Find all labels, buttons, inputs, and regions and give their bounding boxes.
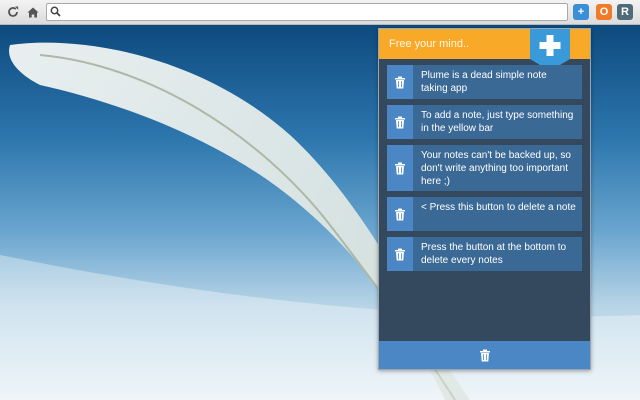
note-item: To add a note, just type something in th… — [387, 105, 582, 139]
delete-note-button[interactable] — [387, 237, 413, 271]
browser-toolbar: + O R — [0, 0, 640, 25]
note-input[interactable] — [389, 36, 529, 52]
trash-icon — [479, 349, 490, 361]
r-extension-icon: R — [621, 6, 629, 18]
note-text: < Press this button to delete a note — [421, 202, 576, 213]
note-text: Press the button at the bottom to delete… — [421, 242, 567, 266]
note-item: Plume is a dead simple note taking app — [387, 65, 582, 99]
home-button[interactable] — [24, 3, 42, 21]
delete-all-notes-button[interactable] — [379, 341, 590, 369]
delete-note-button[interactable] — [387, 197, 413, 231]
plume-extension-button[interactable]: + — [573, 4, 589, 20]
note-text: To add a note, just type something in th… — [421, 110, 574, 134]
address-bar[interactable] — [46, 3, 568, 21]
o-extension-icon: O — [599, 6, 609, 18]
refresh-icon — [8, 6, 19, 17]
plume-popup: Plume is a dead simple note taking app T… — [378, 28, 591, 370]
note-item: < Press this button to delete a note — [387, 197, 582, 231]
delete-note-button[interactable] — [387, 145, 413, 191]
search-icon — [50, 6, 61, 17]
notes-list: Plume is a dead simple note taking app T… — [387, 65, 582, 277]
address-input[interactable] — [65, 4, 561, 20]
trash-icon — [395, 76, 405, 88]
trash-icon — [395, 208, 405, 220]
home-icon — [27, 7, 39, 18]
note-item: Your notes can't be backed up, so don't … — [387, 145, 582, 191]
refresh-button[interactable] — [4, 3, 22, 21]
plus-icon: + — [577, 6, 585, 18]
trash-icon — [395, 116, 405, 128]
r-extension-button[interactable]: R — [617, 4, 633, 20]
note-text: Your notes can't be backed up, so don't … — [421, 150, 571, 187]
delete-note-button[interactable] — [387, 65, 413, 99]
trash-icon — [395, 248, 405, 260]
trash-icon — [395, 162, 405, 174]
delete-note-button[interactable] — [387, 105, 413, 139]
orange-extension-button[interactable]: O — [596, 4, 612, 20]
note-item: Press the button at the bottom to delete… — [387, 237, 582, 271]
note-text: Plume is a dead simple note taking app — [421, 70, 547, 94]
